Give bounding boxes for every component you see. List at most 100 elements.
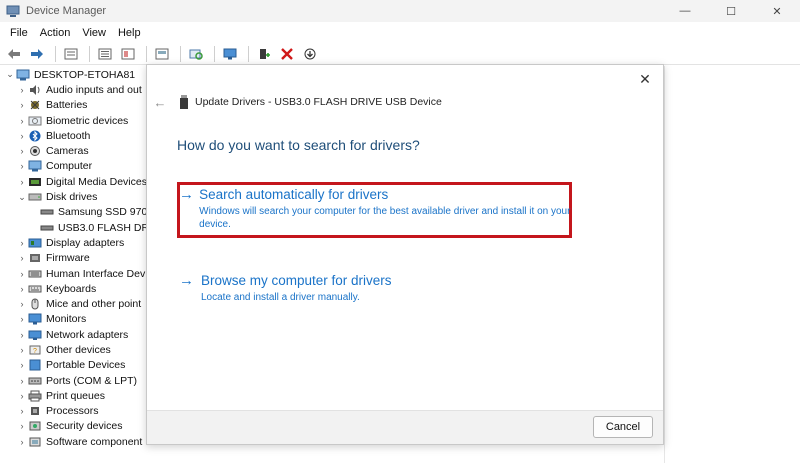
chevron-right-icon[interactable]: › — [16, 116, 28, 126]
chevron-right-icon[interactable]: › — [16, 100, 28, 110]
tree-item-label: Human Interface Dev — [46, 267, 146, 280]
dialog-question: How do you want to search for drivers? — [177, 137, 420, 153]
toolbar-separator — [146, 45, 147, 62]
tree-item-label: Ports (COM & LPT) — [46, 374, 138, 387]
tree-item-label: Network adapters — [46, 328, 129, 341]
chevron-right-icon[interactable]: › — [16, 253, 28, 263]
properties-button[interactable] — [61, 45, 81, 63]
hid-icon — [28, 268, 42, 280]
toolbar-separator — [55, 45, 56, 62]
chevron-right-icon[interactable]: › — [16, 131, 28, 141]
chevron-right-icon[interactable]: › — [16, 360, 28, 370]
chevron-right-icon[interactable]: › — [16, 269, 28, 279]
tree-item[interactable]: › Security devices — [0, 419, 160, 434]
uninstall-button[interactable] — [277, 45, 297, 63]
other-icon: ? — [28, 344, 42, 356]
keyboard-icon — [28, 283, 42, 295]
firmware-icon — [28, 252, 42, 264]
tree-item[interactable]: › Software component — [0, 434, 160, 449]
tree-item[interactable]: › Batteries — [0, 98, 160, 113]
back-arrow-icon — [8, 48, 20, 59]
search-automatically-option[interactable]: → Search automatically for drivers Windo… — [179, 187, 571, 231]
camera-icon — [28, 145, 42, 157]
tree-item-label: Samsung SSD 970 — [58, 206, 148, 219]
menu-action[interactable]: Action — [34, 27, 77, 39]
chevron-right-icon[interactable]: › — [16, 330, 28, 340]
tree-item[interactable]: USB3.0 FLASH DR — [0, 220, 160, 235]
tree-item[interactable]: Samsung SSD 970 — [0, 205, 160, 220]
tree-item[interactable]: › Print queues — [0, 388, 160, 403]
tree-root[interactable]: ⌄ DESKTOP-ETOHA81 — [0, 67, 160, 82]
browse-computer-option[interactable]: → Browse my computer for drivers Locate … — [179, 273, 571, 304]
tree-item-label: Print queues — [46, 389, 105, 402]
chevron-right-icon[interactable]: › — [16, 85, 28, 95]
monitor-icon — [28, 313, 42, 325]
chevron-right-icon[interactable]: › — [16, 146, 28, 156]
chevron-right-icon[interactable]: › — [16, 345, 28, 355]
details-button[interactable] — [95, 45, 115, 63]
dialog-back-button[interactable]: ← — [153, 95, 167, 110]
chevron-right-icon[interactable]: › — [16, 238, 28, 248]
menu-view[interactable]: View — [76, 27, 112, 39]
toolbar-separator — [248, 45, 249, 62]
cancel-button[interactable]: Cancel — [593, 416, 653, 438]
chevron-right-icon[interactable]: › — [16, 406, 28, 416]
window-title: Device Manager — [26, 5, 107, 17]
chevron-down-icon[interactable]: ⌄ — [4, 69, 16, 80]
chevron-right-icon[interactable]: › — [16, 314, 28, 324]
minimize-button[interactable]: — — [662, 0, 708, 22]
close-window-button[interactable]: ✕ — [754, 0, 800, 22]
forward-button[interactable] — [27, 45, 47, 63]
tree-item[interactable]: › Monitors — [0, 312, 160, 327]
tree-item-label: Bluetooth — [46, 129, 91, 142]
dialog-close-button[interactable]: ✕ — [635, 69, 655, 89]
chevron-right-icon[interactable]: › — [16, 284, 28, 294]
tree-item[interactable]: › Portable Devices — [0, 358, 160, 373]
tree-item-label: Monitors — [46, 313, 87, 326]
tree-item[interactable]: › Human Interface Dev — [0, 266, 160, 281]
tree-item[interactable]: › Keyboards — [0, 281, 160, 296]
tree-item-label: Batteries — [46, 99, 88, 112]
back-button[interactable] — [4, 45, 24, 63]
tree-item[interactable]: › Audio inputs and out — [0, 82, 160, 97]
chevron-right-icon[interactable]: › — [16, 161, 28, 171]
chevron-right-icon[interactable]: › — [16, 376, 28, 386]
tree-item[interactable]: › Cameras — [0, 143, 160, 158]
chevron-down-icon[interactable]: ⌄ — [16, 192, 28, 203]
tree-item[interactable]: › Ports (COM & LPT) — [0, 373, 160, 388]
tree-item-label: Biometric devices — [46, 114, 129, 127]
properties-icon — [64, 48, 78, 59]
dialog-header-text: Update Drivers - USB3.0 FLASH DRIVE USB … — [195, 96, 442, 108]
tree-item[interactable]: › Processors — [0, 404, 160, 419]
chevron-right-icon[interactable]: › — [16, 299, 28, 309]
tree-item[interactable]: › Firmware — [0, 251, 160, 266]
view-button[interactable] — [152, 45, 172, 63]
chevron-right-icon[interactable]: › — [16, 437, 28, 447]
search-automatically-description: Windows will search your computer for th… — [199, 206, 571, 230]
tree-item[interactable]: › Display adapters — [0, 235, 160, 250]
tree-item-label: Audio inputs and out — [46, 83, 142, 96]
menu-file[interactable]: File — [4, 27, 34, 39]
maximize-button[interactable]: ☐ — [708, 0, 754, 22]
chevron-right-icon[interactable]: › — [16, 391, 28, 401]
menu-help[interactable]: Help — [112, 27, 147, 39]
add-driver-button[interactable] — [254, 45, 274, 63]
scan-button[interactable] — [186, 45, 206, 63]
download-button[interactable] — [300, 45, 320, 63]
monitor-icon — [223, 48, 237, 59]
help-button[interactable] — [118, 45, 138, 63]
tree-item[interactable]: › Digital Media Devices — [0, 174, 160, 189]
tree-item[interactable]: › Network adapters — [0, 327, 160, 342]
tree-item[interactable]: ⌄ Disk drives — [0, 189, 160, 204]
tree-item[interactable]: ›? Other devices — [0, 342, 160, 357]
toolbar-separator — [180, 45, 181, 62]
tree-item[interactable]: › Biometric devices — [0, 113, 160, 128]
tree-item-label: USB3.0 FLASH DR — [58, 221, 150, 234]
chevron-right-icon[interactable]: › — [16, 177, 28, 187]
tree-item[interactable]: › Mice and other point — [0, 296, 160, 311]
tree-item-label: Other devices — [46, 343, 111, 356]
chevron-right-icon[interactable]: › — [16, 421, 28, 431]
tree-item[interactable]: › Computer — [0, 159, 160, 174]
tree-item[interactable]: › Bluetooth — [0, 128, 160, 143]
monitor-button[interactable] — [220, 45, 240, 63]
